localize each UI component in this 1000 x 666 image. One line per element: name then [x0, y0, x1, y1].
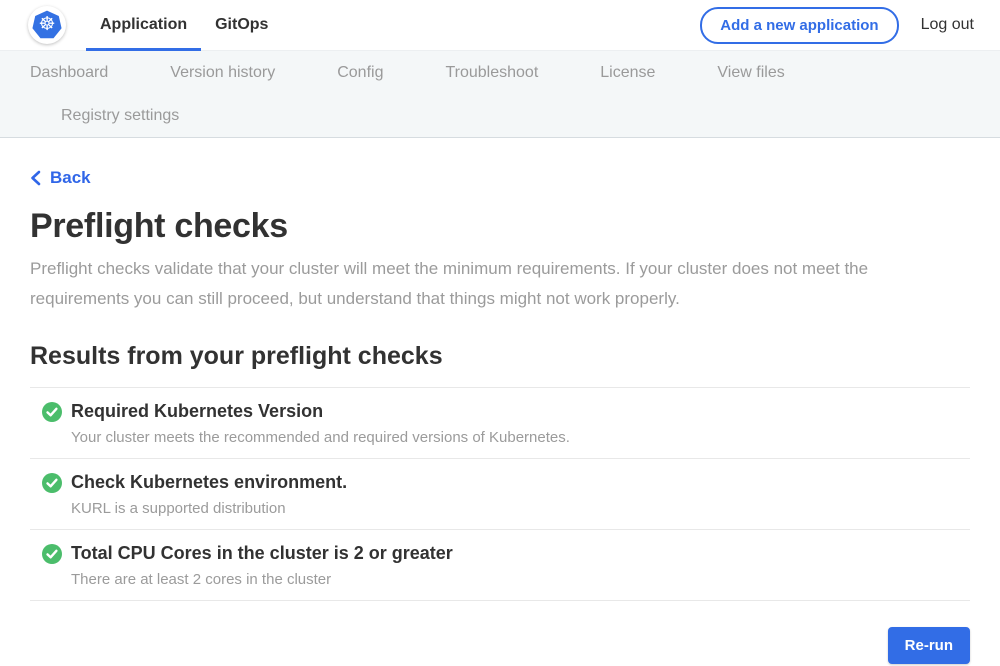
chevron-left-icon	[30, 170, 41, 186]
preflight-check-row: Total CPU Cores in the cluster is 2 or g…	[30, 530, 970, 601]
check-content: Check Kubernetes environment. KURL is a …	[71, 472, 347, 517]
subnav-item-dashboard[interactable]: Dashboard	[30, 51, 139, 94]
page-title: Preflight checks	[30, 207, 970, 246]
back-link[interactable]: Back	[30, 168, 91, 188]
tab-gitops-label: GitOps	[215, 16, 268, 34]
success-check-icon	[42, 473, 62, 493]
top-navbar: ☸ Application GitOps Add a new applicati…	[0, 0, 1000, 51]
subnav-item-config[interactable]: Config	[306, 51, 414, 94]
subnav-item-troubleshoot[interactable]: Troubleshoot	[414, 51, 569, 94]
preflight-check-row: Required Kubernetes Version Your cluster…	[30, 388, 970, 459]
preflight-page: Back Preflight checks Preflight checks v…	[0, 138, 1000, 664]
check-message: Your cluster meets the recommended and r…	[71, 429, 570, 446]
success-check-icon	[42, 402, 62, 422]
check-title: Total CPU Cores in the cluster is 2 or g…	[71, 543, 453, 564]
check-message: KURL is a supported distribution	[71, 500, 347, 517]
subnav-item-license[interactable]: License	[569, 51, 686, 94]
kubernetes-logo[interactable]: ☸	[28, 6, 66, 44]
subnav-item-view-files[interactable]: View files	[686, 51, 815, 94]
preflight-results-list: Required Kubernetes Version Your cluster…	[30, 387, 970, 601]
check-message: There are at least 2 cores in the cluste…	[71, 571, 453, 588]
helm-wheel-icon: ☸	[38, 15, 55, 34]
page-description: Preflight checks validate that your clus…	[30, 254, 970, 314]
page-actions: Re-run	[30, 627, 970, 664]
preflight-check-row: Check Kubernetes environment. KURL is a …	[30, 459, 970, 530]
check-title: Check Kubernetes environment.	[71, 472, 347, 493]
success-check-icon	[42, 544, 62, 564]
check-content: Total CPU Cores in the cluster is 2 or g…	[71, 543, 453, 588]
check-title: Required Kubernetes Version	[71, 401, 570, 422]
app-subnav: Dashboard Version history Config Trouble…	[0, 51, 1000, 138]
subnav-list: Dashboard Version history Config Trouble…	[0, 51, 915, 137]
rerun-button[interactable]: Re-run	[888, 627, 970, 664]
subnav-item-registry-settings[interactable]: Registry settings	[30, 94, 210, 137]
primary-tabs: Application GitOps	[86, 0, 282, 51]
tab-application[interactable]: Application	[86, 0, 201, 51]
results-heading: Results from your preflight checks	[30, 342, 970, 371]
back-label: Back	[50, 168, 91, 188]
kubernetes-heptagon: ☸	[32, 10, 63, 40]
add-new-application-button[interactable]: Add a new application	[700, 7, 898, 44]
tab-application-label: Application	[100, 16, 187, 34]
logout-link[interactable]: Log out	[921, 16, 974, 34]
subnav-item-version-history[interactable]: Version history	[139, 51, 306, 94]
check-content: Required Kubernetes Version Your cluster…	[71, 401, 570, 446]
tab-gitops[interactable]: GitOps	[201, 0, 282, 51]
